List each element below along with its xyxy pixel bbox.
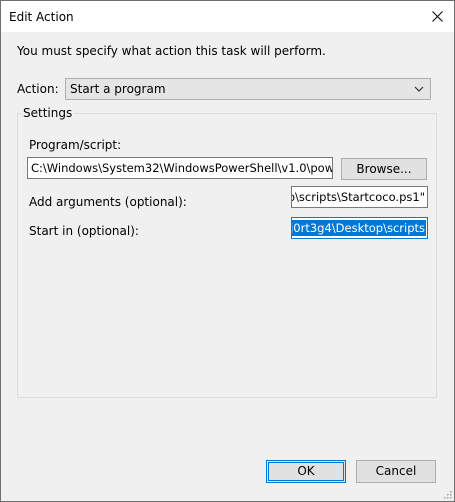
program-script-value: C:\Windows\System32\WindowsPowerShell\v1… xyxy=(31,161,333,175)
title-bar[interactable]: Edit Action xyxy=(1,1,454,32)
arguments-input[interactable]: ɔp\scripts\Startcoco.ps1" xyxy=(291,186,428,208)
action-label: Action: xyxy=(17,82,59,96)
settings-groupbox xyxy=(17,113,437,398)
ok-button[interactable]: OK xyxy=(266,460,346,483)
start-in-value-selected: \j0rt3g4\Desktop\scripts xyxy=(292,220,426,236)
close-button[interactable] xyxy=(420,1,454,32)
settings-legend: Settings xyxy=(21,106,75,120)
action-dropdown[interactable]: Start a program xyxy=(65,78,431,100)
cancel-button[interactable]: Cancel xyxy=(356,460,436,483)
resize-grip-icon[interactable] xyxy=(442,489,452,499)
chevron-down-icon xyxy=(414,86,424,92)
close-icon xyxy=(431,11,443,22)
browse-button[interactable]: Browse... xyxy=(341,158,427,180)
action-dropdown-value: Start a program xyxy=(70,82,166,96)
arguments-label: Add arguments (optional): xyxy=(29,195,187,209)
window-title: Edit Action xyxy=(9,10,74,24)
program-script-label: Program/script: xyxy=(29,138,122,152)
start-in-label: Start in (optional): xyxy=(29,224,139,238)
program-script-input[interactable]: C:\Windows\System32\WindowsPowerShell\v1… xyxy=(27,157,333,179)
instruction-text: You must specify what action this task w… xyxy=(17,44,326,58)
arguments-value: ɔp\scripts\Startcoco.ps1" xyxy=(291,190,425,204)
edit-action-dialog: Edit Action You must specify what action… xyxy=(0,0,455,502)
start-in-input[interactable]: \j0rt3g4\Desktop\scripts xyxy=(291,217,428,239)
